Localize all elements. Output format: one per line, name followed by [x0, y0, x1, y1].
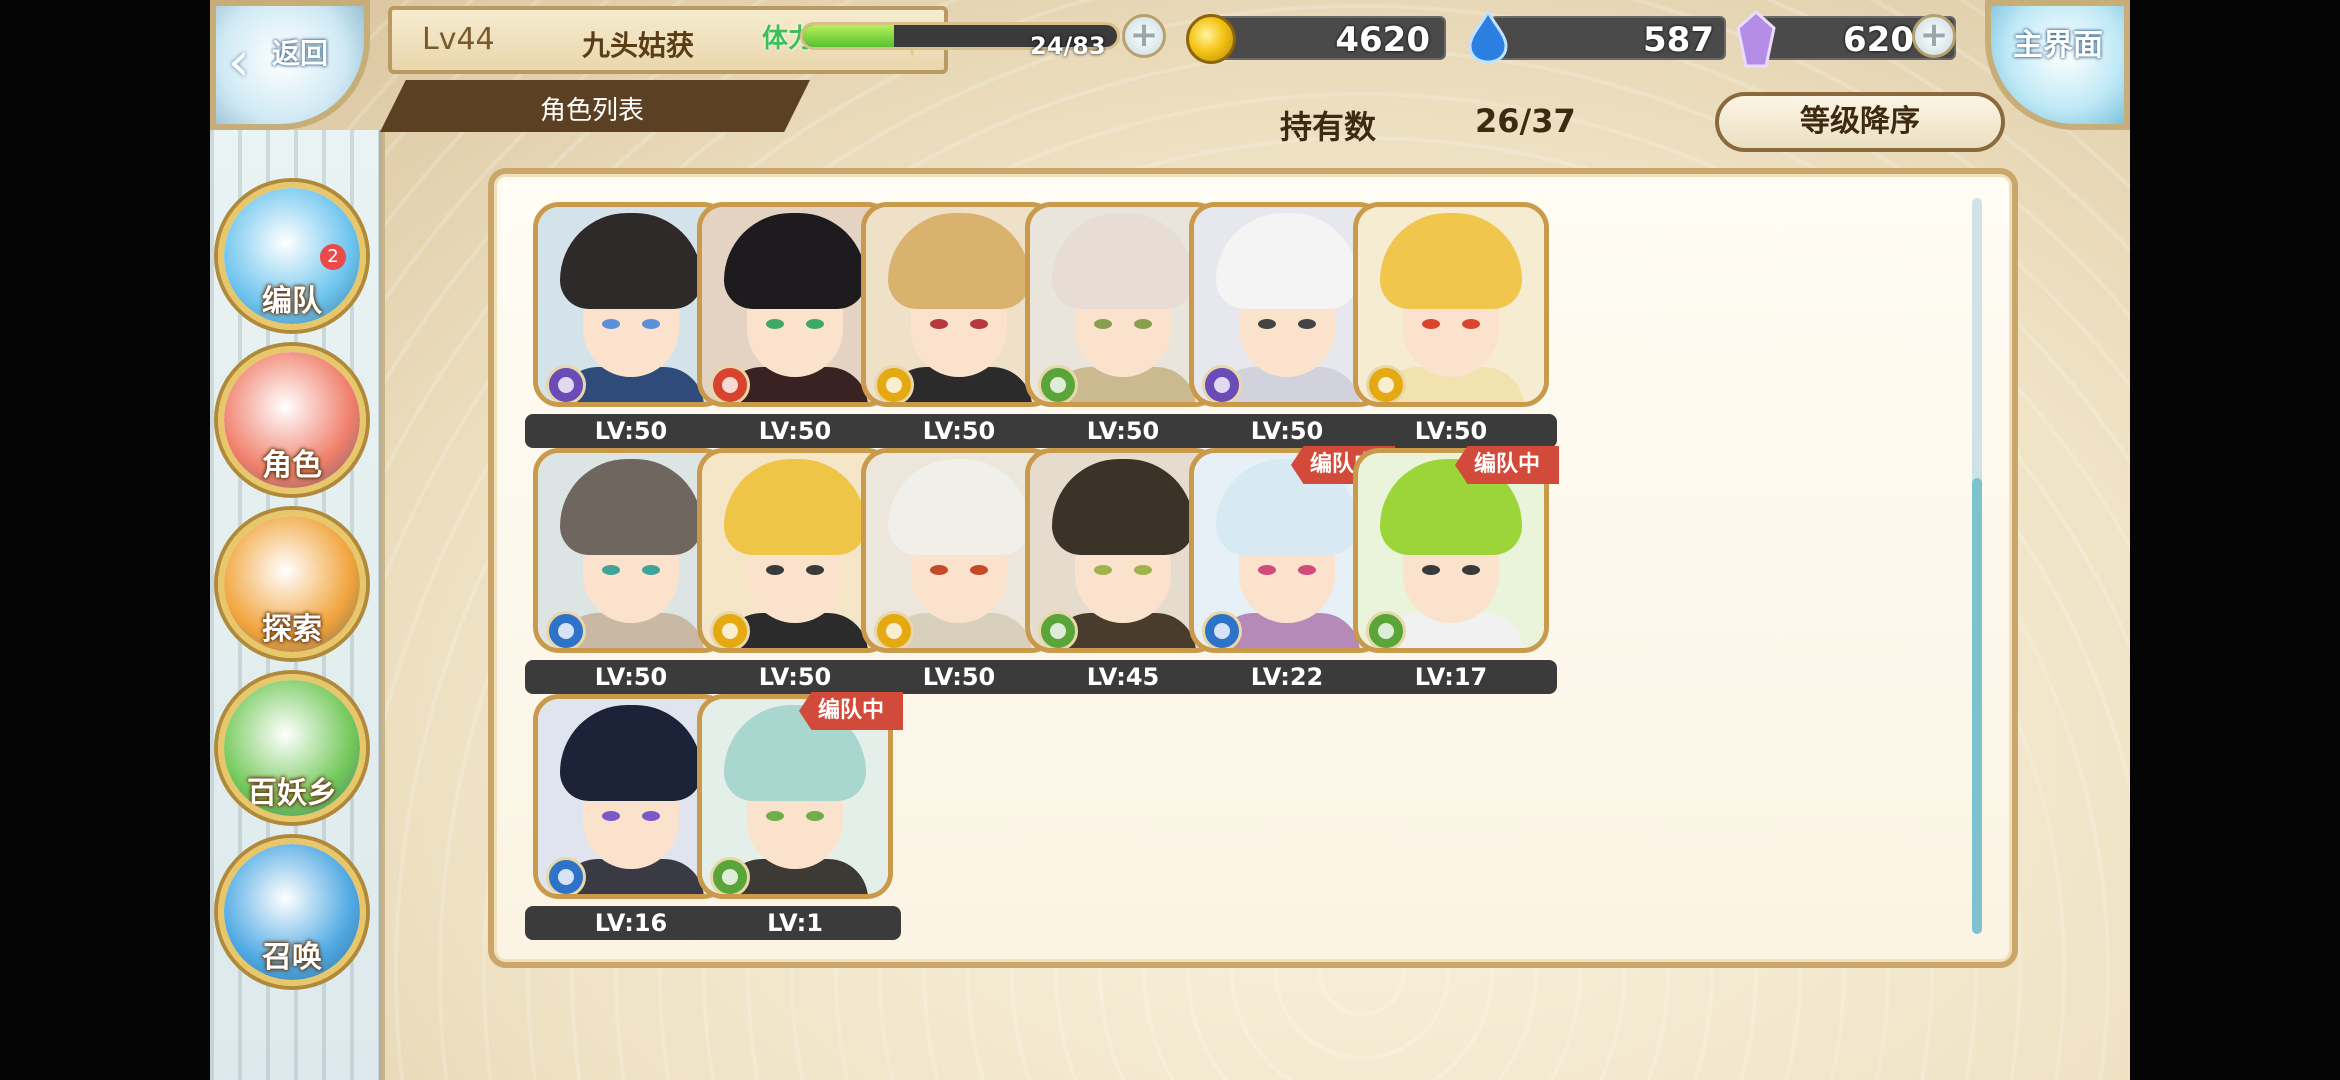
portrait-eye — [1094, 319, 1112, 329]
portrait-eye — [642, 565, 660, 575]
sidebar-item-village[interactable]: 百妖乡 — [218, 674, 366, 822]
portrait-eye — [1298, 565, 1316, 575]
sidebar-item-explore[interactable]: 探索 — [218, 510, 366, 658]
yellow-element-icon — [874, 365, 914, 402]
portrait-eye — [602, 565, 620, 575]
screen-title: 角色列表 — [540, 96, 645, 126]
sidebar-item-label: 探索 — [262, 612, 322, 647]
portrait-eye — [766, 565, 784, 575]
yellow-element-icon — [710, 611, 750, 648]
scrollbar-thumb[interactable] — [1972, 477, 1982, 934]
team-badge-count: 2 — [320, 244, 346, 270]
purple-element-icon — [546, 365, 586, 402]
back-button[interactable]: ‹ 返回 — [210, 0, 370, 130]
yellow-element-icon — [1366, 365, 1406, 402]
portrait-eye — [1258, 565, 1276, 575]
portrait-eye — [1134, 319, 1152, 329]
purple-element-icon — [1202, 365, 1242, 402]
portrait-eye — [602, 811, 620, 821]
sidebar-item-label: 编队 — [262, 284, 322, 319]
sidebar-item-team[interactable]: 2 编队 — [218, 182, 366, 330]
portrait-eye — [1462, 565, 1480, 575]
yellow-element-icon — [874, 611, 914, 648]
owned-count-label: 持有数 — [1280, 108, 1377, 146]
stamina-value: 24/83 — [1030, 32, 1106, 60]
portrait-eye — [930, 319, 948, 329]
portrait-eye — [642, 811, 660, 821]
sidebar-item-label: 百妖乡 — [247, 776, 337, 811]
portrait-eye — [930, 565, 948, 575]
stamina-bar-fill — [803, 25, 894, 47]
sidebar-item-character[interactable]: 角色 — [218, 346, 366, 494]
sidebar-item-label: 召唤 — [262, 940, 322, 975]
spirit-drop-icon — [1468, 10, 1508, 64]
crystal-icon — [1736, 10, 1776, 68]
portrait-eye — [642, 319, 660, 329]
green-element-icon — [1038, 611, 1078, 648]
gold-value: 4620 — [1335, 20, 1430, 60]
player-level: Lv44 — [422, 22, 495, 57]
blue-element-icon — [546, 857, 586, 894]
green-element-icon — [710, 857, 750, 894]
portrait-eye — [602, 319, 620, 329]
add-stamina-button[interactable]: + — [1122, 14, 1166, 58]
spirit-value: 587 — [1643, 20, 1714, 60]
player-name: 九头姑获 — [582, 29, 695, 62]
letterbox-right — [2130, 0, 2340, 1080]
portrait-eye — [806, 811, 824, 821]
blue-element-icon — [546, 611, 586, 648]
sidebar-item-label: 角色 — [262, 448, 322, 483]
portrait-eye — [1094, 565, 1112, 575]
portrait-eye — [1422, 319, 1440, 329]
character-level: LV:50 — [1345, 414, 1557, 448]
portrait-eye — [1258, 319, 1276, 329]
portrait-eye — [806, 319, 824, 329]
in-team-badge: 编队中 — [1455, 446, 1559, 484]
character-card[interactable]: LV:17 编队中 — [1345, 446, 1559, 694]
green-element-icon — [1366, 611, 1406, 648]
portrait-eye — [1422, 565, 1440, 575]
character-level: LV:17 — [1345, 660, 1557, 694]
crystal-value: 620 — [1843, 20, 1914, 60]
portrait-eye — [970, 319, 988, 329]
character-card[interactable]: LV:50 — [1345, 202, 1557, 448]
letterbox-left — [0, 0, 210, 1080]
character-level: LV:1 — [689, 906, 901, 940]
portrait-eye — [1462, 319, 1480, 329]
screen-title-plate: 角色列表 — [380, 80, 810, 132]
add-crystal-button[interactable]: + — [1912, 14, 1956, 58]
home-label: 主界面 — [2013, 28, 2103, 63]
character-card[interactable]: LV:1 编队中 — [689, 692, 903, 940]
portrait-eye — [766, 319, 784, 329]
blue-element-icon — [1202, 611, 1242, 648]
sort-button[interactable]: 等级降序 — [1715, 92, 2005, 152]
portrait-eye — [806, 565, 824, 575]
character-portrait — [1353, 202, 1549, 407]
red-element-icon — [710, 365, 750, 402]
green-element-icon — [1038, 365, 1078, 402]
gold-coin-icon — [1186, 14, 1236, 64]
sidebar-item-summon[interactable]: 召唤 — [218, 838, 366, 986]
portrait-eye — [1134, 565, 1152, 575]
owned-count-value: 26/37 — [1475, 102, 1576, 140]
back-label: 返回 — [272, 37, 329, 70]
back-arrow-icon: ‹ — [228, 30, 250, 93]
portrait-eye — [766, 811, 784, 821]
portrait-eye — [970, 565, 988, 575]
home-button[interactable]: 主界面 — [1985, 0, 2130, 130]
roster-scrollbar[interactable] — [1972, 198, 1982, 934]
portrait-eye — [1298, 319, 1316, 329]
game-screen: ‹ 返回 2 编队 角色 探索 百妖乡 召唤 Lv44 九头姑获 ✶ 角色列表 … — [210, 0, 2130, 1080]
in-team-badge: 编队中 — [799, 692, 903, 730]
